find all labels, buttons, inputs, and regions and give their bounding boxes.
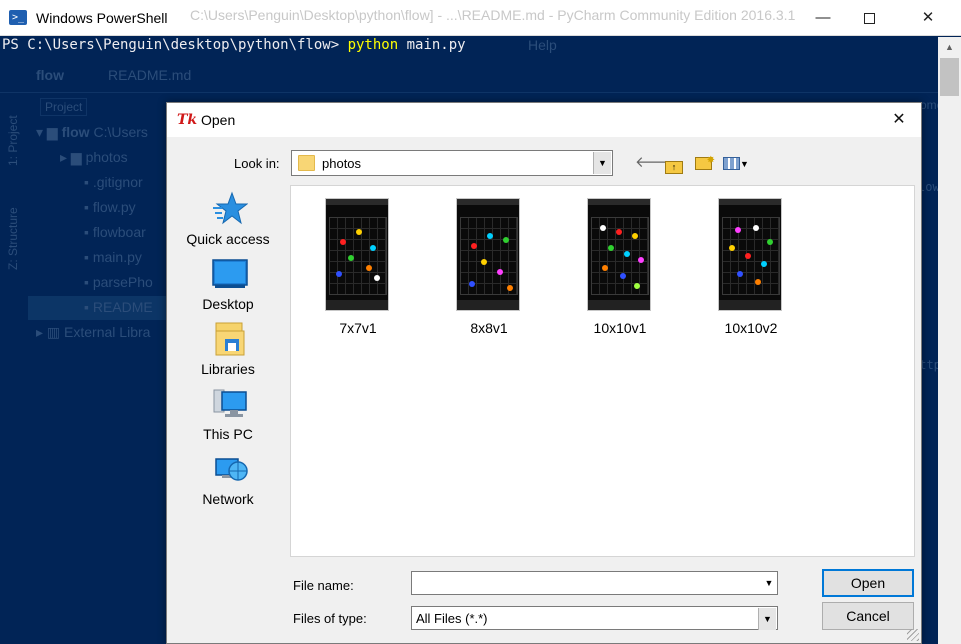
image-thumbnail <box>456 198 520 311</box>
pycharm-breadcrumb-flow: flow <box>36 67 64 83</box>
image-thumbnail <box>587 198 651 311</box>
open-dialog: Tk Open ✕ Look in: photos ▼ 🡐 ↑ ✸ ▼ Quic… <box>166 102 922 644</box>
powershell-prompt-line[interactable]: PS C:\Users\Penguin\desktop\python\flow>… <box>2 37 466 54</box>
pycharm-tree-item: ▪ parsePho <box>84 274 153 290</box>
place-network[interactable]: Network <box>177 451 279 513</box>
powershell-scrollbar[interactable]: ▲ <box>938 37 961 644</box>
open-button[interactable]: Open <box>822 569 914 597</box>
libraries-icon <box>215 322 245 356</box>
file-name-input[interactable] <box>411 571 778 595</box>
scrollbar-thumb[interactable] <box>940 58 959 96</box>
view-menu-button[interactable]: ▼ <box>719 152 753 174</box>
dialog-close-button[interactable]: ✕ <box>877 103 921 137</box>
pycharm-tree-item: ▸ ▥ External Libra <box>36 324 151 340</box>
pycharm-project-tab: Project <box>40 98 88 116</box>
pycharm-tree-item: ▪ flow.py <box>84 199 136 215</box>
image-thumbnail <box>325 198 389 311</box>
pycharm-tree-item: ▪ README <box>84 299 153 315</box>
place-this-pc[interactable]: This PC <box>177 386 279 448</box>
pycharm-menu-help: Help <box>528 37 557 53</box>
file-item-10x10v2[interactable]: 10x10v2 <box>706 198 796 338</box>
tk-feather-icon: Tk <box>177 112 198 128</box>
minimize-button[interactable]: — <box>800 0 846 36</box>
pycharm-side-tab-project: 1: Project <box>6 115 20 166</box>
places-bar: Quick access Desktop Libraries This PC N… <box>177 183 279 583</box>
pycharm-tree-item: ▪ main.py <box>84 249 142 265</box>
prompt-command: python <box>347 37 399 53</box>
view-menu-icon <box>723 157 741 170</box>
place-label: Network <box>202 491 254 507</box>
pycharm-tree-item: ▪ flowboar <box>84 224 146 240</box>
place-desktop[interactable]: Desktop <box>177 256 279 318</box>
file-name-label: 8x8v1 <box>470 320 508 336</box>
file-name-label: 7x7v1 <box>339 320 377 336</box>
file-item-8x8v1[interactable]: 8x8v1 <box>444 198 534 338</box>
this-pc-icon <box>213 389 247 417</box>
folder-icon <box>298 155 315 171</box>
powershell-icon: >_ <box>9 10 27 25</box>
prompt-path: PS C:\Users\Penguin\desktop\python\flow> <box>2 37 348 53</box>
chevron-down-icon: ▼ <box>740 159 749 169</box>
desktop-icon <box>212 259 248 288</box>
file-name-label: 10x10v1 <box>593 320 647 336</box>
look-in-label: Look in: <box>234 156 280 171</box>
pycharm-breadcrumb-readme: README.md <box>108 67 192 83</box>
file-item-7x7v1[interactable]: 7x7v1 <box>313 198 403 338</box>
resize-grip-icon[interactable] <box>907 629 919 641</box>
pycharm-tree-item: ▸ ▆ photos <box>60 149 128 165</box>
place-label: Quick access <box>186 231 270 247</box>
pycharm-side-tabs: 1: Project Z: Structure <box>0 92 28 352</box>
new-folder-button[interactable]: ✸ <box>691 152 715 174</box>
dialog-title: Open <box>201 112 236 128</box>
pycharm-ghost-title: C:\Users\Penguin\Desktop\python\flow] - … <box>190 7 796 23</box>
file-item-10x10v1[interactable]: 10x10v1 <box>575 198 665 338</box>
sparkle-icon: ✸ <box>706 155 715 166</box>
chevron-down-icon[interactable]: ▼ <box>758 608 776 630</box>
pycharm-separator <box>0 92 938 93</box>
powershell-titlebar[interactable]: >_ C:\Users\Penguin\Desktop\python\flow]… <box>0 0 961 36</box>
place-label: Libraries <box>201 361 255 377</box>
scroll-up-icon[interactable]: ▲ <box>938 37 961 57</box>
place-label: Desktop <box>202 296 254 312</box>
file-type-value: All Files (*.*) <box>416 611 488 626</box>
file-name-label: File name: <box>293 578 354 593</box>
file-type-select[interactable]: All Files (*.*) ▼ <box>411 606 778 630</box>
pycharm-tree-item: ▪ .gitignor <box>84 174 143 190</box>
back-button[interactable]: 🡐 <box>635 152 675 174</box>
pycharm-side-tab-structure: Z: Structure <box>6 207 20 270</box>
file-type-label: Files of type: <box>293 611 367 626</box>
file-name-label: 10x10v2 <box>724 320 778 336</box>
network-icon <box>215 458 248 481</box>
dialog-titlebar[interactable]: Tk Open ✕ <box>167 103 921 137</box>
place-label: This PC <box>203 426 253 442</box>
look-in-value: photos <box>322 156 362 171</box>
place-quick-access[interactable]: Quick access <box>177 191 279 253</box>
image-thumbnail <box>718 198 782 311</box>
cancel-button[interactable]: Cancel <box>822 602 914 630</box>
maximize-icon <box>863 12 875 24</box>
file-list[interactable]: 7x7v1 8x8v1 10x10v1 10x10v2 <box>290 185 915 557</box>
folder-up-icon: ↑ <box>665 161 683 174</box>
chevron-down-icon[interactable]: ▼ <box>760 572 777 594</box>
look-in-combo[interactable]: photos ▼ <box>291 150 613 176</box>
pycharm-tree-item: ▾ ▆ flow C:\Users <box>36 124 148 140</box>
maximize-button[interactable] <box>846 0 892 36</box>
close-button[interactable]: ✕ <box>905 0 951 36</box>
quick-access-icon <box>213 191 248 225</box>
up-folder-button[interactable]: ↑ <box>663 152 685 174</box>
powershell-title: Windows PowerShell <box>36 10 168 26</box>
prompt-command-args: main.py <box>398 37 466 53</box>
place-libraries[interactable]: Libraries <box>177 321 279 383</box>
chevron-down-icon[interactable]: ▼ <box>593 152 611 174</box>
